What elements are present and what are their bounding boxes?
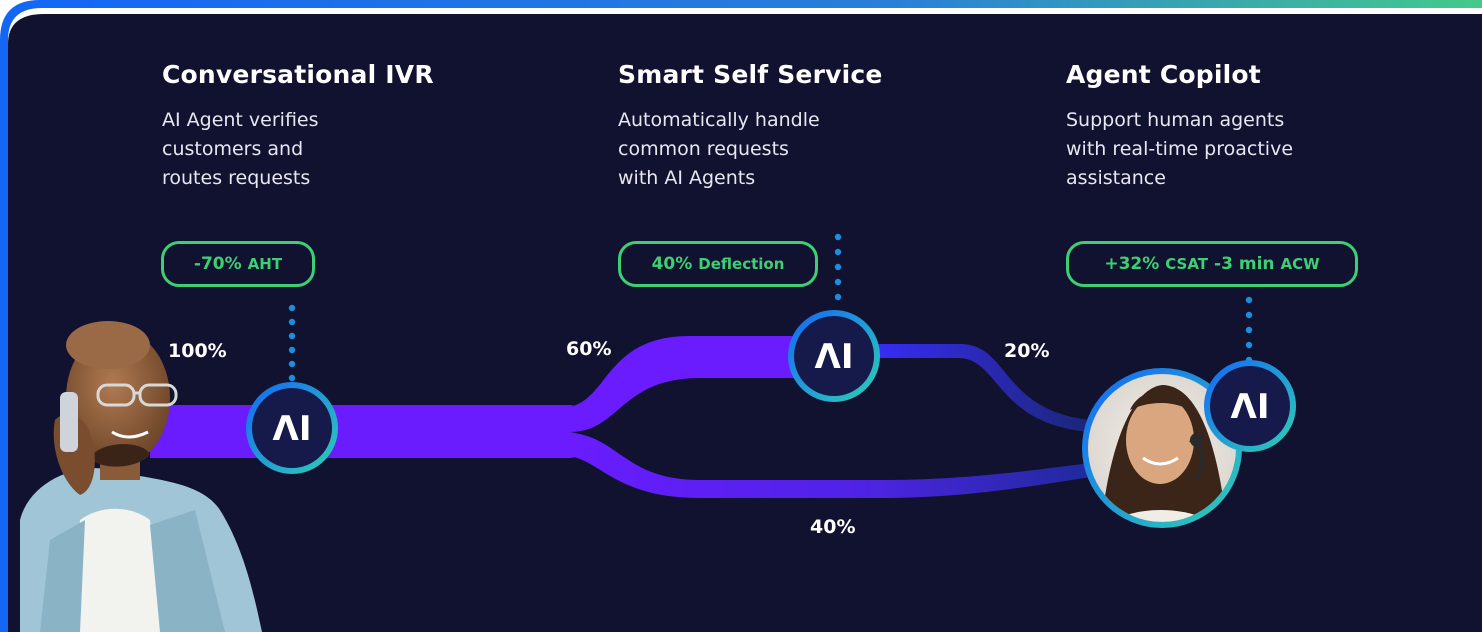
stage-title-selfservice: Smart Self Service	[618, 60, 883, 89]
ai-badge-copilot: ΛI	[1204, 360, 1296, 452]
metric-pill-ivr: -70% AHT	[161, 241, 315, 287]
flow-label-entry: 100%	[168, 340, 227, 362]
diagram-canvas	[0, 0, 1482, 632]
desc-line: common requests	[618, 138, 789, 160]
desc-line: with real-time proactive	[1066, 138, 1294, 160]
desc-line: with AI Agents	[618, 167, 756, 189]
ai-badge-selfservice: ΛI	[788, 310, 880, 402]
desc-line: Support human agents	[1066, 109, 1285, 131]
desc-line: AI Agent verifies	[162, 109, 319, 131]
flow-label-selfservice: 60%	[566, 338, 612, 360]
metric-value: -70%	[193, 254, 242, 274]
ai-badge-label: ΛI	[815, 337, 854, 377]
diagram-stage: Conversational IVR AI Agent verifies cus…	[0, 0, 1482, 632]
ai-badge-ivr: ΛI	[246, 382, 338, 474]
metric-unit: CSAT	[1165, 255, 1209, 273]
ai-badge-label: ΛI	[1231, 387, 1270, 427]
metric-unit: AHT	[247, 255, 283, 273]
metric-value: -3 min	[1214, 254, 1275, 274]
metric-pill-copilot: +32% CSAT -3 min ACW	[1066, 241, 1358, 287]
stage-desc-selfservice: Automatically handle common requests wit…	[618, 106, 820, 193]
metric-pill-selfservice: 40% Deflection	[618, 241, 818, 287]
desc-line: assistance	[1066, 167, 1166, 189]
flow-label-direct: 40%	[810, 516, 856, 538]
desc-line: Automatically handle	[618, 109, 820, 131]
metric-value: +32%	[1104, 254, 1160, 274]
metric-value: 40%	[651, 254, 693, 274]
stage-title-copilot: Agent Copilot	[1066, 60, 1261, 89]
metric-unit: ACW	[1280, 255, 1320, 273]
metric-unit: Deflection	[698, 255, 785, 273]
ai-badge-label: ΛI	[273, 409, 312, 449]
flow-label-to-agent: 20%	[1004, 340, 1050, 362]
stage-desc-ivr: AI Agent verifies customers and routes r…	[162, 106, 319, 193]
desc-line: routes requests	[162, 167, 311, 189]
stage-title-ivr: Conversational IVR	[162, 60, 434, 89]
stage-desc-copilot: Support human agents with real-time proa…	[1066, 106, 1293, 193]
desc-line: customers and	[162, 138, 304, 160]
